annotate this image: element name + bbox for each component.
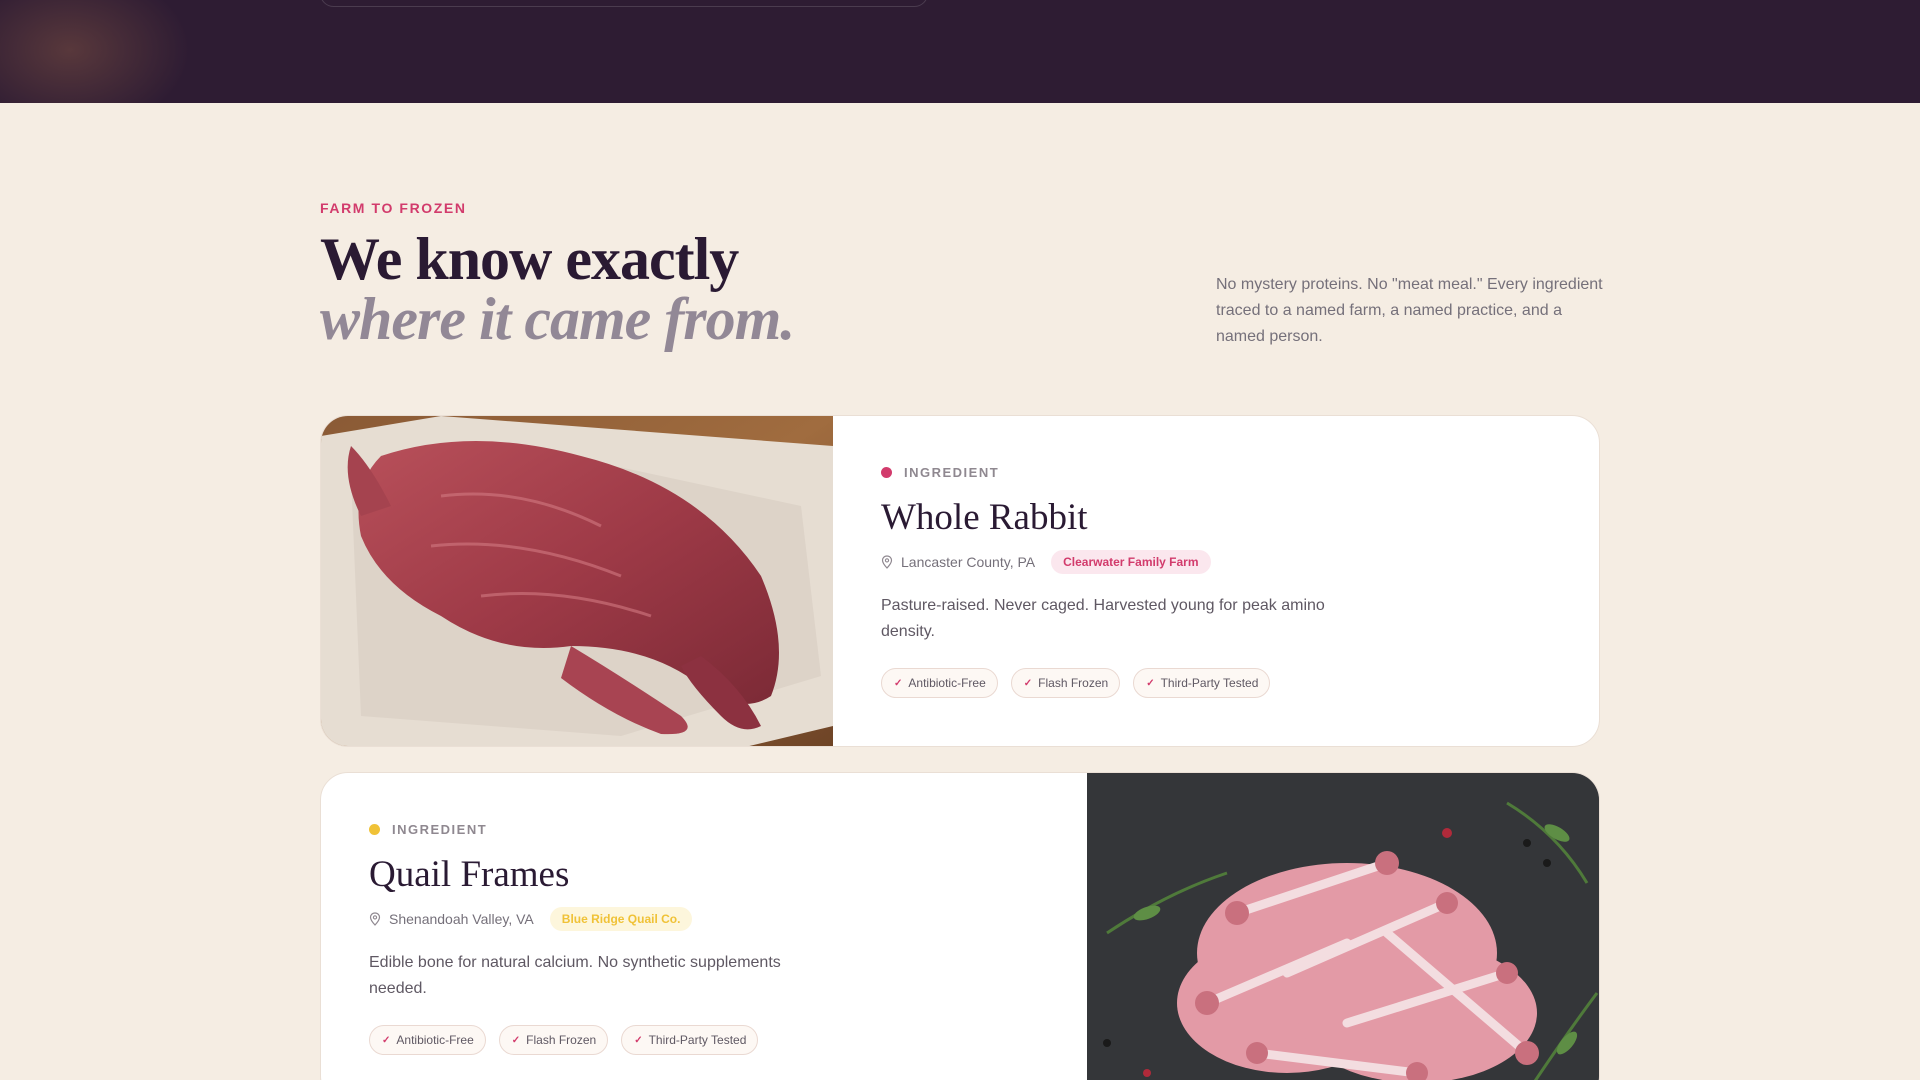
badge-flash-frozen: ✓ Flash Frozen [498, 1025, 609, 1055]
check-icon: ✓ [894, 677, 903, 689]
check-icon: ✓ [1146, 677, 1155, 689]
ingredient-meta: Lancaster County, PA Clearwater Family F… [881, 550, 1211, 574]
section-eyebrow: FARM TO FROZEN [320, 200, 467, 216]
ingredient-name: Quail Frames [369, 854, 570, 895]
farm-badge: Clearwater Family Farm [1051, 550, 1211, 574]
section-intro: No mystery proteins. No "meat meal." Eve… [1216, 276, 1603, 345]
quality-badges: ✓ Antibiotic-Free ✓ Flash Frozen ✓ Third-Pa… [369, 1025, 771, 1055]
badge-label: Third-Party Tested [648, 1033, 747, 1047]
ingredient-description: Pasture-raised. Never caged. Harvested y… [881, 597, 1325, 640]
ingredient-tag-label: INGREDIENT [904, 465, 1000, 480]
rabbit-meat-photo [321, 416, 833, 746]
search-pill-edge[interactable] [320, 0, 928, 7]
location-pin-icon [369, 912, 381, 926]
ingredient-dot-icon [369, 824, 380, 835]
top-dark-band [0, 0, 1920, 103]
section-headline: We know exactly where it came from. [320, 226, 795, 352]
quality-badges: ✓ Antibiotic-Free ✓ Flash Frozen ✓ Third-Pa… [881, 668, 1283, 698]
location-pin-icon [881, 555, 893, 569]
ingredient-card-whole-rabbit: INGREDIENT Whole Rabbit Lancaster County… [320, 415, 1600, 747]
badge-label: Flash Frozen [1038, 676, 1109, 690]
ingredient-tag-label: INGREDIENT [392, 822, 488, 837]
ingredient-card-quail-frames: INGREDIENT Quail Frames Shenandoah Valle… [320, 772, 1600, 1080]
ingredient-tag: INGREDIENT [881, 465, 999, 480]
badge-third-party-tested: ✓ Third-Party Tested [1133, 668, 1271, 698]
check-icon: ✓ [634, 1034, 643, 1046]
badge-label: Antibiotic-Free [908, 676, 986, 690]
ingredient-description: Edible bone for natural calcium. No synt… [369, 954, 781, 997]
check-icon: ✓ [382, 1034, 391, 1046]
farm-badge: Blue Ridge Quail Co. [549, 907, 693, 931]
badge-label: Antibiotic-Free [396, 1033, 474, 1047]
check-icon: ✓ [511, 1034, 521, 1046]
ingredient-tag: INGREDIENT [369, 822, 487, 837]
ingredient-dot-icon [881, 467, 892, 478]
badge-antibiotic-free: ✓ Antibiotic-Free [881, 668, 998, 698]
badge-flash-frozen: ✓ Flash Frozen [1010, 668, 1121, 698]
quail-frames-photo [1087, 773, 1599, 1080]
badge-label: Flash Frozen [526, 1033, 597, 1047]
badge-label: Third-Party Tested [1160, 676, 1259, 690]
badge-third-party-tested: ✓ Third-Party Tested [621, 1025, 759, 1055]
ingredient-name: Whole Rabbit [881, 497, 1088, 538]
band-glow [0, 0, 200, 103]
headline-line-1: We know exactly [320, 226, 739, 292]
check-icon: ✓ [1023, 677, 1033, 689]
ingredient-location: Shenandoah Valley, VA [389, 911, 534, 927]
headline-line-2: where it came from. [320, 286, 795, 352]
ingredient-location: Lancaster County, PA [901, 554, 1036, 570]
badge-antibiotic-free: ✓ Antibiotic-Free [369, 1025, 486, 1055]
ingredient-meta: Shenandoah Valley, VA Blue Ridge Quail C… [369, 907, 693, 931]
